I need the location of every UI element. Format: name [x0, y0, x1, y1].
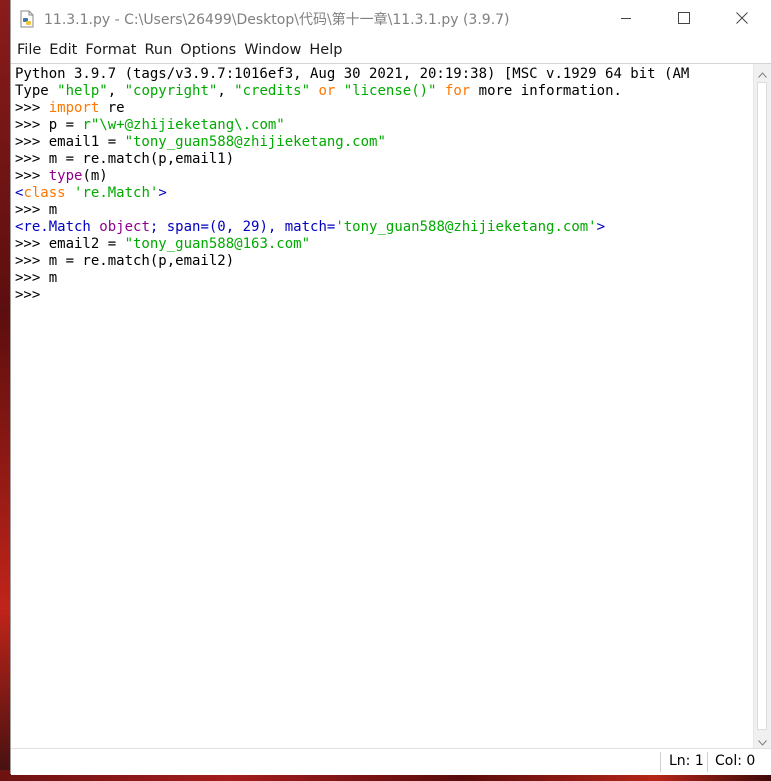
code-text: Python 3.9.7 (tags/v3.9.7:1016ef3, Aug 3…	[15, 66, 690, 82]
python-file-icon	[18, 10, 36, 28]
shell-line: >>> p = r"\w+@zhijieketang\.com"	[15, 117, 739, 134]
desktop-background	[0, 0, 10, 781]
code-text: m = re.match(p,email1)	[48, 151, 235, 167]
scroll-up-button[interactable]	[754, 64, 771, 81]
shell-prompt: >>>	[15, 202, 49, 218]
title-bar[interactable]: 11.3.1.py - C:\Users\26499\Desktop\代码\第十…	[11, 0, 771, 37]
shell-line: <class 're.Match'>	[15, 185, 739, 202]
keyword-token: or	[318, 83, 336, 99]
shell-line: >>> import re	[15, 100, 739, 117]
shell-prompt: >>>	[15, 134, 49, 150]
shell-prompt: >>>	[15, 236, 49, 252]
code-text: ,	[217, 83, 235, 99]
string-token: 're.Match'	[74, 185, 159, 201]
string-token: r"\w+@zhijieketang\.com"	[82, 117, 285, 133]
code-text: re	[99, 100, 125, 116]
minimize-icon	[620, 9, 632, 28]
shell-prompt: >>>	[15, 100, 49, 116]
keyword-token: class	[23, 185, 66, 201]
shell-line: >>> m	[15, 270, 739, 287]
window-title: 11.3.1.py - C:\Users\26499\Desktop\代码\第十…	[44, 11, 510, 28]
maximize-icon	[678, 9, 690, 28]
shell-line: >>> email1 = "tony_guan588@zhijieketang.…	[15, 134, 739, 151]
shell-prompt: >>>	[15, 253, 49, 269]
keyword-token: for	[444, 83, 471, 99]
status-bar: Ln: 1 Col: 0	[11, 748, 771, 775]
code-text: email2 =	[48, 236, 125, 252]
shell-prompt: >>>	[15, 117, 49, 133]
shell-area: Python 3.9.7 (tags/v3.9.7:1016ef3, Aug 3…	[11, 63, 771, 749]
code-text: p =	[48, 117, 83, 133]
menu-window[interactable]: Window	[244, 42, 308, 58]
shell-line: <re.Match object; span=(0, 29), match='t…	[15, 219, 739, 236]
code-text: Type	[15, 83, 58, 99]
output-text: ; span=(0, 29), match=	[149, 219, 336, 235]
builtin-token: object	[99, 219, 150, 235]
shell-line: >>> m = re.match(p,email2)	[15, 253, 739, 270]
menu-run[interactable]: Run	[144, 42, 179, 58]
chevron-up-icon	[758, 63, 767, 82]
string-token: "tony_guan588@163.com"	[124, 236, 311, 252]
output-text: <re.Match	[15, 219, 100, 235]
idle-shell-window: 11.3.1.py - C:\Users\26499\Desktop\代码\第十…	[10, 0, 771, 775]
string-token: "license()"	[343, 83, 437, 99]
menu-help[interactable]: Help	[309, 42, 349, 58]
close-button[interactable]	[713, 0, 771, 37]
string-token: "credits"	[234, 83, 311, 99]
menu-edit[interactable]: Edit	[49, 42, 84, 58]
shell-line: Python 3.9.7 (tags/v3.9.7:1016ef3, Aug 3…	[15, 66, 739, 83]
code-text: ,	[107, 83, 125, 99]
line-number-status: Ln: 1	[669, 753, 704, 769]
shell-line: >>> type(m)	[15, 168, 739, 185]
code-text: (m)	[82, 168, 108, 184]
scrollbar-thumb[interactable]	[757, 82, 767, 730]
output-text: >	[158, 185, 167, 201]
shell-line: >>> email2 = "tony_guan588@163.com"	[15, 236, 739, 253]
column-number-status: Col: 0	[715, 753, 756, 769]
builtin-token: type	[48, 168, 83, 184]
status-divider	[660, 752, 661, 772]
shell-prompt: >>>	[15, 287, 49, 303]
shell-line: >>>	[15, 287, 739, 304]
string-token: "copyright"	[124, 83, 218, 99]
code-text: m = re.match(p,email2)	[48, 253, 235, 269]
shell-line: >>> m = re.match(p,email1)	[15, 151, 739, 168]
string-token: "help"	[57, 83, 108, 99]
scroll-down-button[interactable]	[754, 732, 771, 749]
window-controls	[597, 0, 771, 37]
menu-bar: File Edit Format Run Options Window Help	[11, 37, 771, 63]
keyword-token: import	[48, 100, 100, 116]
code-text: email1 =	[48, 134, 125, 150]
menu-options[interactable]: Options	[180, 42, 243, 58]
shell-prompt: >>>	[15, 168, 49, 184]
shell-line: Type "help", "copyright", "credits" or "…	[15, 83, 739, 100]
shell-line: >>> m	[15, 202, 739, 219]
shell-prompt: >>>	[15, 270, 49, 286]
string-token: "tony_guan588@zhijieketang.com"	[124, 134, 386, 150]
code-text: m	[48, 202, 58, 218]
menu-format[interactable]: Format	[85, 42, 143, 58]
close-icon	[736, 9, 748, 28]
status-divider	[707, 752, 708, 772]
menu-file[interactable]: File	[17, 42, 48, 58]
string-token: 'tony_guan588@zhijieketang.com'	[335, 219, 597, 235]
minimize-button[interactable]	[597, 0, 655, 37]
output-text: >	[596, 219, 606, 235]
shell-text-editor[interactable]: Python 3.9.7 (tags/v3.9.7:1016ef3, Aug 3…	[15, 66, 739, 746]
code-text: m	[48, 270, 58, 286]
vertical-scrollbar[interactable]	[753, 64, 771, 749]
maximize-button[interactable]	[655, 0, 713, 37]
code-text: more information.	[470, 83, 622, 99]
shell-prompt: >>>	[15, 151, 49, 167]
